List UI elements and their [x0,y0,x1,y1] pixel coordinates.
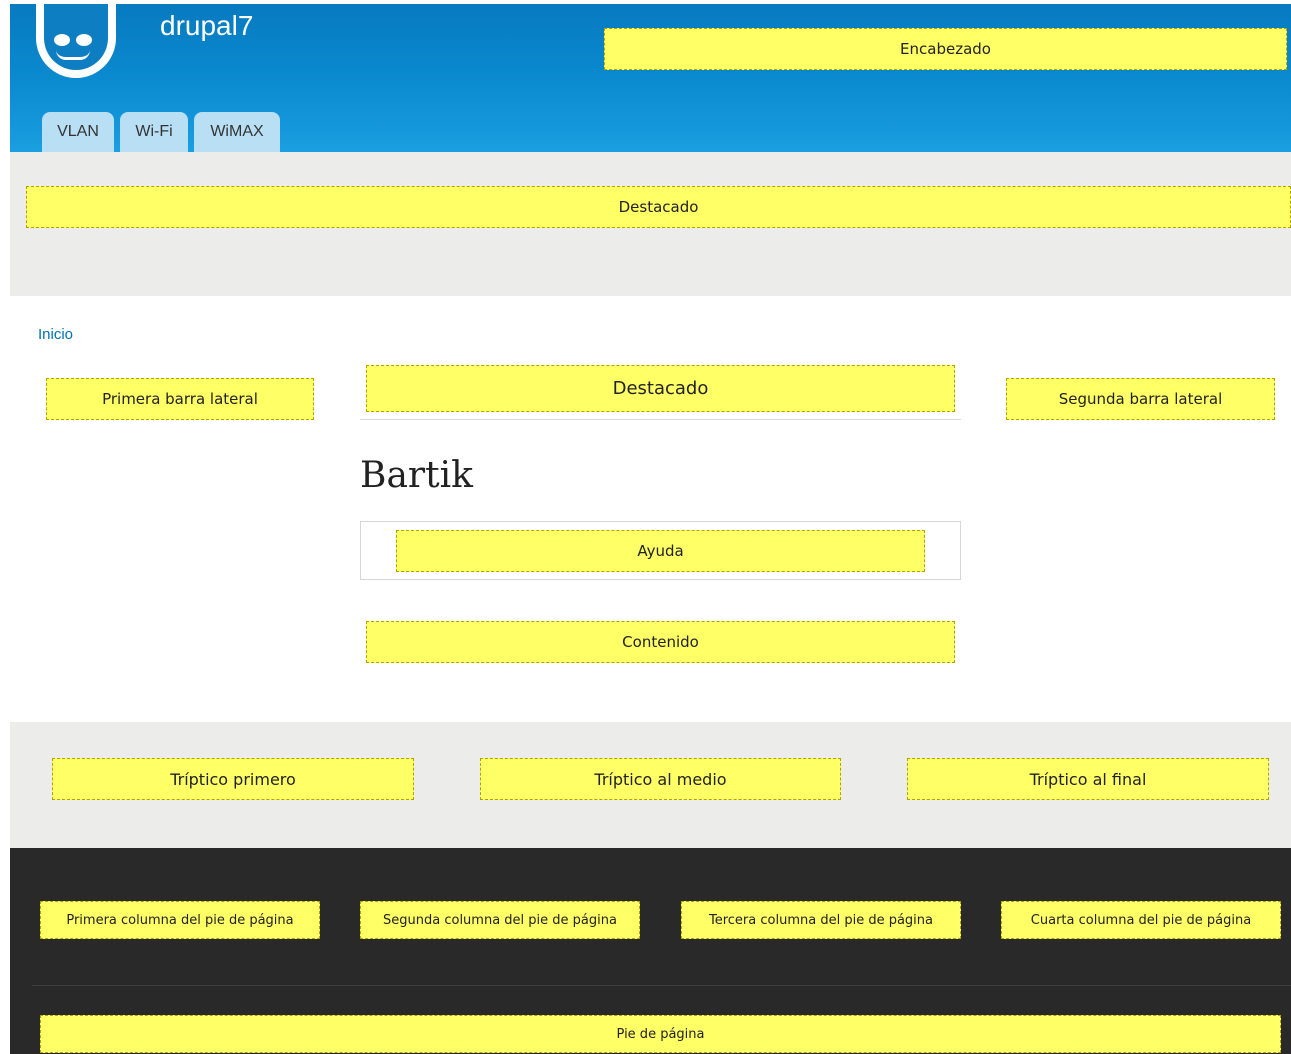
site-name[interactable]: drupal7 [160,10,253,42]
tab-wimax[interactable]: WiMAX [194,112,280,152]
header-top-strip [0,0,1291,4]
region-footer-fourth-column: Cuarta columna del pie de página [1001,901,1281,939]
region-triptych-last: Tríptico al final [907,758,1269,800]
region-content: Contenido [366,621,955,663]
highlighted-divider [360,419,961,420]
breadcrumb-home-link[interactable]: Inicio [38,326,73,343]
region-help: Ayuda [396,530,925,572]
logo-eye-right [76,34,92,46]
region-footer-second-column: Segunda columna del pie de página [360,901,640,939]
tab-vlan[interactable]: VLAN [42,112,114,152]
region-sidebar-second: Segunda barra lateral [1006,378,1275,420]
region-header: Encabezado [604,28,1287,70]
region-sidebar-first: Primera barra lateral [46,378,314,420]
region-footer-first-column: Primera columna del pie de página [40,901,320,939]
region-footer-third-column: Tercera columna del pie de página [681,901,961,939]
logo-eye-left [54,34,70,46]
tab-wifi[interactable]: Wi-Fi [120,112,188,152]
region-triptych-middle: Tríptico al medio [480,758,841,800]
region-featured: Destacado [26,186,1291,228]
page-title: Bartik [360,455,473,496]
region-triptych-first: Tríptico primero [52,758,414,800]
logo-mouth [56,50,90,60]
footer-divider [32,985,1291,986]
region-footer: Pie de página [40,1015,1281,1053]
region-highlighted: Destacado [366,365,955,412]
